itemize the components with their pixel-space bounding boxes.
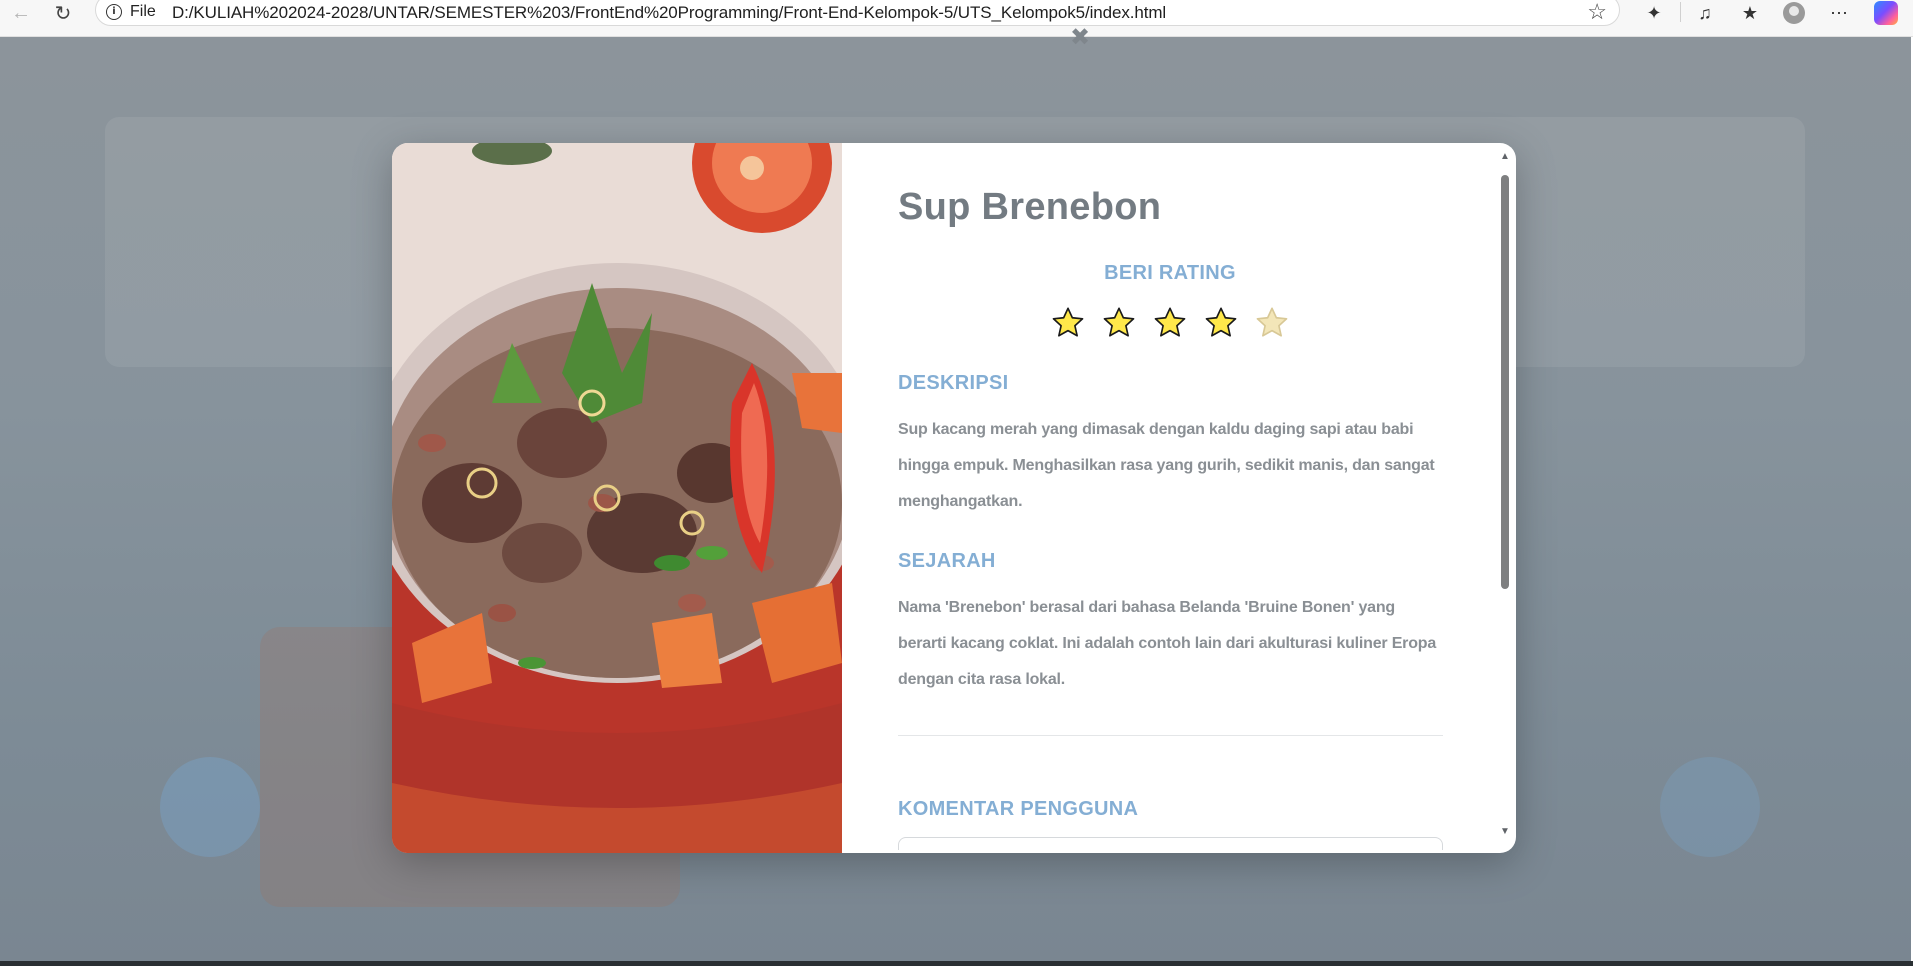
browser-toolbar: ← ↻ i File D:/KULIAH%202024-2028/UNTAR/S… xyxy=(0,0,1913,37)
star-empty-icon[interactable] xyxy=(1254,305,1290,341)
food-image xyxy=(392,143,842,853)
favorites-icon[interactable]: ★ xyxy=(1736,0,1764,26)
description-heading: DESKRIPSI xyxy=(898,372,1009,394)
back-icon[interactable]: ← xyxy=(8,0,34,26)
extensions-icon[interactable]: ✦ xyxy=(1640,0,1668,26)
read-aloud-icon[interactable]: ♫ xyxy=(1691,0,1719,26)
copilot-icon[interactable] xyxy=(1872,0,1900,26)
scroll-down-arrow-icon[interactable]: ▼ xyxy=(1498,826,1512,838)
comments-heading: KOMENTAR PENGGUNA xyxy=(898,798,1139,820)
info-icon[interactable]: i xyxy=(106,4,122,20)
reload-icon[interactable]: ↻ xyxy=(50,0,76,26)
more-icon[interactable]: ⋯ xyxy=(1825,0,1853,26)
scroll-up-arrow-icon[interactable]: ▲ xyxy=(1498,151,1512,163)
blurred-nav-button-left xyxy=(160,757,260,857)
profile-icon[interactable] xyxy=(1780,0,1808,26)
favorite-star-icon[interactable]: ☆ xyxy=(1587,0,1607,25)
description-text: Sup kacang merah yang dimasak dengan kal… xyxy=(898,421,1435,510)
star-filled-icon[interactable] xyxy=(1050,305,1086,341)
url-text[interactable]: D:/KULIAH%202024-2028/UNTAR/SEMESTER%203… xyxy=(172,3,1166,23)
taskbar-edge xyxy=(0,961,1913,966)
modal-scrollbar[interactable]: ▲ ▼ xyxy=(1498,151,1512,845)
star-filled-icon[interactable] xyxy=(1152,305,1188,341)
close-icon[interactable]: ✖ xyxy=(1068,25,1092,49)
star-filled-icon[interactable] xyxy=(1203,305,1239,341)
recipe-title: Sup Brenebon xyxy=(898,186,1162,228)
address-bar[interactable]: i File D:/KULIAH%202024-2028/UNTAR/SEMES… xyxy=(95,0,1620,26)
blurred-nav-button-right xyxy=(1660,757,1760,857)
star-filled-icon[interactable] xyxy=(1101,305,1137,341)
history-heading: SEJARAH xyxy=(898,550,996,572)
history-text: Nama 'Brenebon' berasal dari bahasa Bela… xyxy=(898,599,1437,688)
rating-stars xyxy=(890,305,1450,341)
rating-heading: BERI RATING xyxy=(1104,262,1236,284)
toolbar-divider xyxy=(1680,2,1681,22)
comment-input[interactable] xyxy=(898,837,1443,850)
scroll-thumb[interactable] xyxy=(1501,175,1509,589)
url-scheme-label: File xyxy=(130,3,156,20)
section-divider xyxy=(898,735,1443,736)
